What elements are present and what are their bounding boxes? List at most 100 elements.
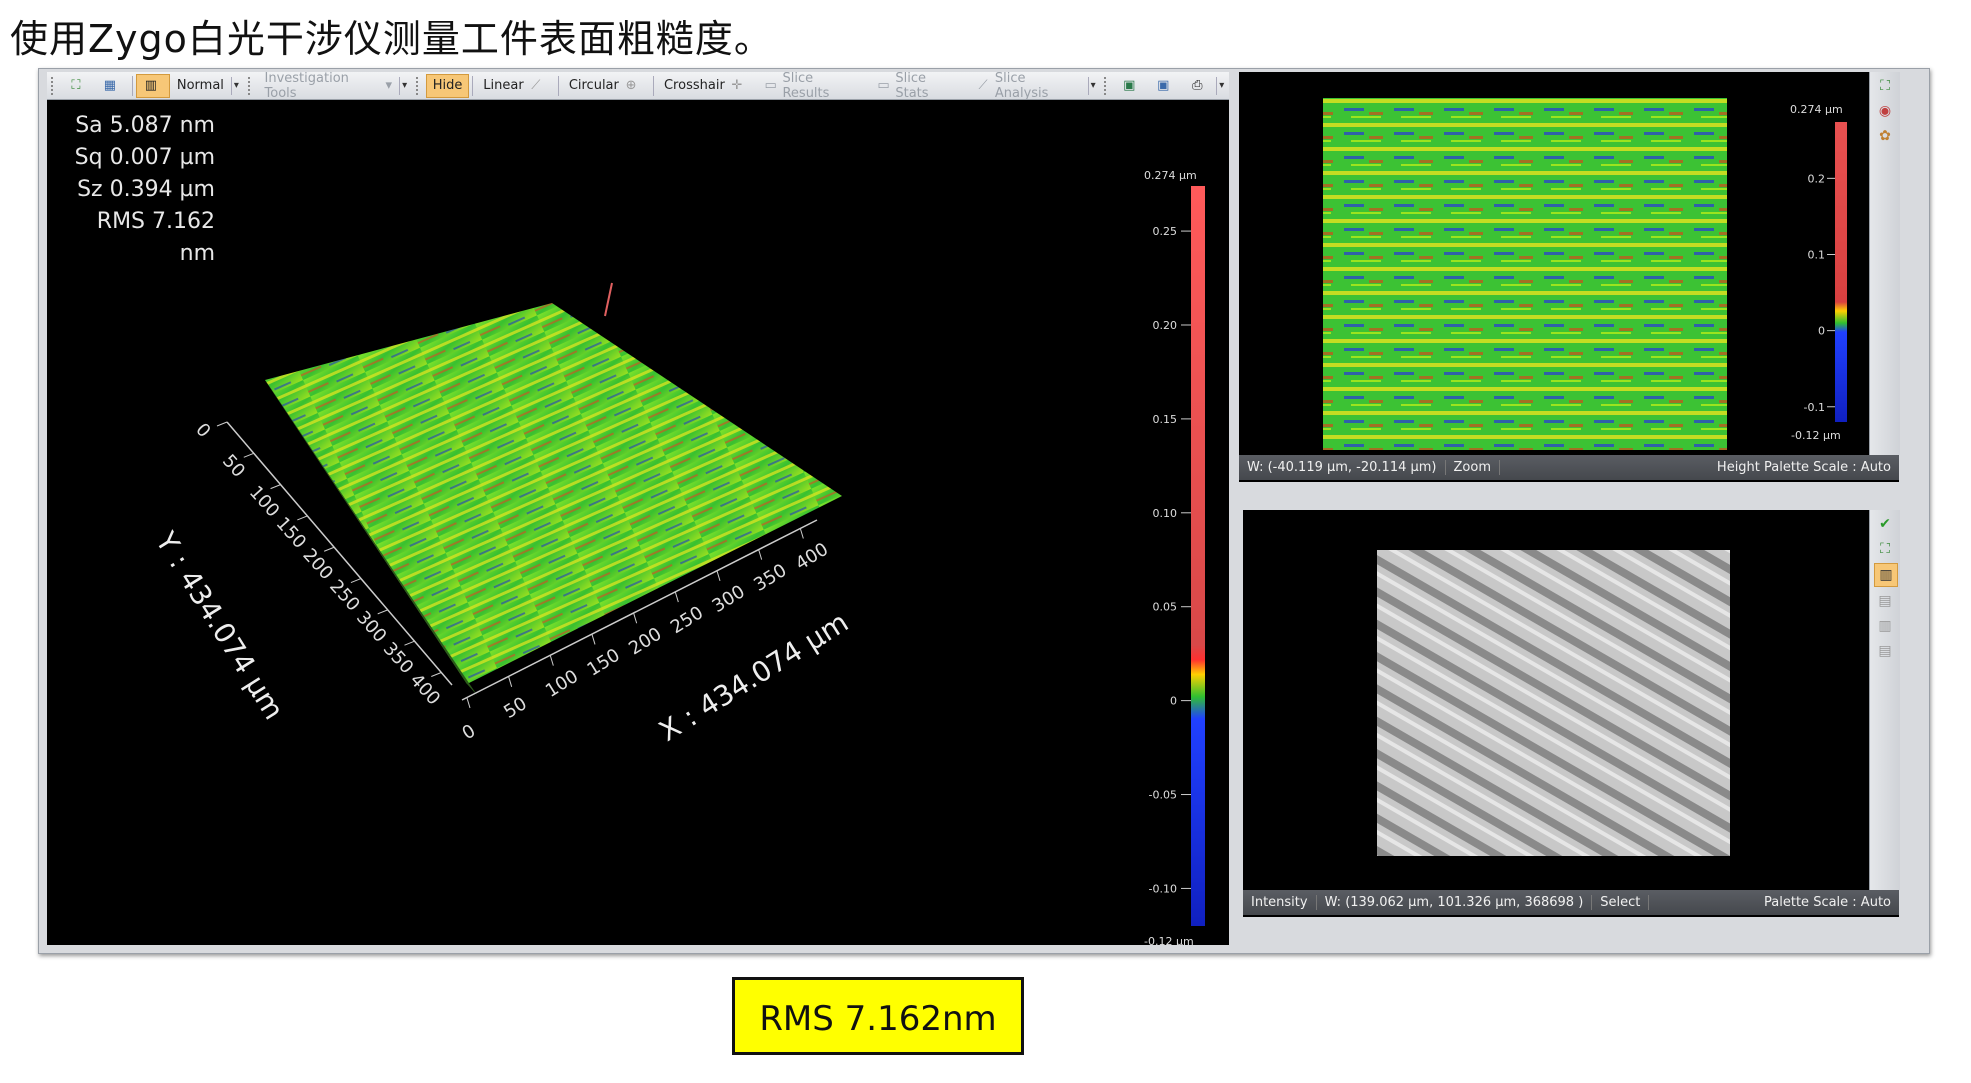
toolbar-overflow[interactable]: ▾ — [1216, 76, 1229, 95]
surface-mesh — [265, 303, 842, 684]
x-tick — [799, 528, 804, 539]
x-tick-label: 350 — [750, 560, 790, 596]
x-tick — [758, 549, 763, 560]
fit-view-button[interactable]: ⛶ — [61, 74, 95, 98]
copy-image-button[interactable]: ▣ — [1148, 74, 1182, 98]
image-export-icon: ▣ — [1123, 77, 1136, 93]
investigation-tools-button[interactable]: Investigation Tools ▾ — [258, 70, 400, 101]
toolbar-grip-2[interactable] — [247, 76, 254, 95]
colorbar-right-ticks: 0.2 0.1 0 -0.1 — [1804, 172, 1835, 414]
colorbar-left — [1191, 186, 1205, 926]
circle-icon: ⊕ — [625, 77, 637, 93]
intensity-image[interactable] — [1243, 510, 1869, 890]
fit-icon-2[interactable]: ⛶ — [1874, 538, 1896, 560]
intensity-status-bar: Intensity W: (139.062 µm, 101.326 µm, 36… — [1243, 890, 1899, 915]
crosshair-button[interactable]: Crosshair ✛ — [657, 74, 756, 98]
colorbar-right-tick-label: 0.1 — [1808, 248, 1826, 261]
y-axis-label: Y : 434.074 µm — [149, 525, 291, 725]
colorbar-left-tick-label: -0.05 — [1149, 789, 1177, 802]
x-tick-label: 0 — [459, 720, 480, 744]
height-map-panel: 0.274 µm -0.12 µm 0.2 0.1 0 -0.1 ⛶ ◉ ✿ W: (… — [1239, 72, 1900, 482]
x-tick-label: 100 — [542, 666, 582, 702]
x-tick — [466, 697, 471, 709]
y-tick-label: 200 — [298, 545, 337, 585]
columns-icon[interactable]: ▥ — [1874, 615, 1896, 637]
y-tick-label: 150 — [272, 513, 311, 553]
y-tick — [216, 421, 228, 427]
grid-icon: ▥ — [144, 77, 157, 93]
rows-icon[interactable]: ▤ — [1874, 640, 1896, 662]
toolbar-grip-3[interactable] — [415, 76, 422, 95]
colorbar-left-bottom: -0.12 µm — [1144, 935, 1194, 945]
y-tick — [404, 640, 415, 646]
slice-results-label: Slice Results — [782, 70, 830, 101]
x-tick-label: 200 — [625, 623, 665, 659]
image-copy-icon: ▣ — [1157, 77, 1170, 93]
height-map-texture — [1323, 98, 1727, 450]
colorbar-left-tick-label: 0.15 — [1153, 413, 1178, 426]
colorbar-right-bottom: -0.12 µm — [1791, 429, 1841, 442]
stats-icon: ▭ — [877, 77, 890, 93]
intensity-coords: W: (139.062 µm, 101.326 µm, 368698 ) — [1317, 895, 1593, 910]
intensity-palette-scale[interactable]: Palette Scale : Auto — [1756, 895, 1899, 910]
slice-stats-button[interactable]: ▭ Slice Stats — [869, 71, 969, 101]
height-map-palette-scale[interactable]: Height Palette Scale : Auto — [1709, 460, 1899, 475]
colorbar-left-tick-label: 0.05 — [1153, 601, 1178, 614]
y-tick — [270, 484, 281, 490]
layers-icon[interactable]: ▤ — [1874, 590, 1896, 612]
linear-button[interactable]: Linear ⟋ — [476, 74, 555, 98]
intensity-mode[interactable]: Select — [1592, 895, 1650, 910]
toolbar-grip-4[interactable] — [1104, 76, 1110, 95]
y-tick-label: 250 — [325, 576, 364, 616]
normal-dropdown[interactable]: ▾ — [230, 76, 244, 95]
zygo-app-window: ⛶ ▦ ▥ Normal ▾ Investigation Tools ▾ ▾ H… — [38, 68, 1930, 954]
hide-button[interactable]: Hide — [425, 73, 470, 98]
color-palette-icon[interactable]: ✿ — [1874, 125, 1896, 147]
colorbar-right-tick-label: 0.2 — [1808, 172, 1826, 185]
normal-view-icon-button[interactable]: ▥ — [135, 73, 170, 98]
check-icon[interactable]: ✔ — [1874, 513, 1896, 535]
grid-view-icon[interactable]: ▥ — [1874, 563, 1898, 587]
printer-icon: ⎙ — [1192, 77, 1203, 93]
crosshair-icon: ✛ — [731, 77, 743, 93]
print-button[interactable]: ⎙ — [1182, 74, 1216, 98]
intensity-side-toolbar: ✔ ⛶ ▥ ▤ ▥ ▤ — [1869, 510, 1900, 890]
hide-label: Hide — [432, 78, 463, 93]
chart-icon: ▦ — [103, 77, 117, 93]
fit-icon[interactable]: ⛶ — [1874, 75, 1896, 97]
normal-label: Normal — [176, 78, 224, 93]
slice-results-button[interactable]: ▭ Slice Results — [756, 70, 869, 101]
line-icon: ⟋ — [531, 77, 541, 93]
chart-button[interactable]: ▦ — [95, 74, 129, 98]
colorbar-left-top: 0.274 µm — [1144, 169, 1197, 182]
height-map-coords: W: (-40.119 µm, -20.114 µm) — [1239, 460, 1446, 475]
colorbar-left-tick-label: 0.25 — [1153, 225, 1178, 238]
rms-highlight-box: RMS 7.162nm — [732, 977, 1024, 1055]
palette-icon[interactable]: ◉ — [1874, 100, 1896, 122]
separator — [557, 75, 559, 96]
interference-fringes — [1377, 550, 1730, 856]
slice-analysis-button[interactable]: ⟋ Slice Analysis — [968, 71, 1087, 101]
toolbar-grip[interactable] — [51, 76, 57, 95]
height-map-image[interactable]: 0.274 µm -0.12 µm 0.2 0.1 0 -0.1 — [1239, 72, 1869, 452]
3d-view-panel: ⛶ ▦ ▥ Normal ▾ Investigation Tools ▾ ▾ H… — [47, 70, 1229, 945]
page-title: 使用Zygo白光干涉仪测量工件表面粗糙度。 — [10, 17, 773, 61]
y-tick-label: 100 — [245, 482, 284, 522]
investigation-dropdown[interactable]: ▾ — [399, 76, 412, 95]
circular-button[interactable]: Circular ⊕ — [562, 74, 650, 98]
y-tick-label: 350 — [379, 638, 418, 678]
colorbar-right — [1835, 122, 1847, 422]
toolbar: ⛶ ▦ ▥ Normal ▾ Investigation Tools ▾ ▾ H… — [47, 70, 1229, 101]
crosshair-label: Crosshair — [663, 78, 725, 93]
x-tick — [674, 591, 679, 603]
y-tick — [431, 672, 442, 677]
height-map-mode[interactable]: Zoom — [1446, 460, 1500, 475]
investigation-tools-label: Investigation Tools — [264, 70, 349, 101]
x-tick-label: 150 — [584, 645, 624, 681]
export-image-button[interactable]: ▣ — [1114, 74, 1148, 98]
slice-dropdown[interactable]: ▾ — [1087, 76, 1101, 95]
normal-button[interactable]: Normal — [170, 74, 231, 98]
3d-surface-plot[interactable]: 050100150200250300350400 050100150200250… — [47, 100, 1229, 945]
y-tick-label: 400 — [406, 670, 445, 710]
y-tick — [323, 546, 335, 552]
